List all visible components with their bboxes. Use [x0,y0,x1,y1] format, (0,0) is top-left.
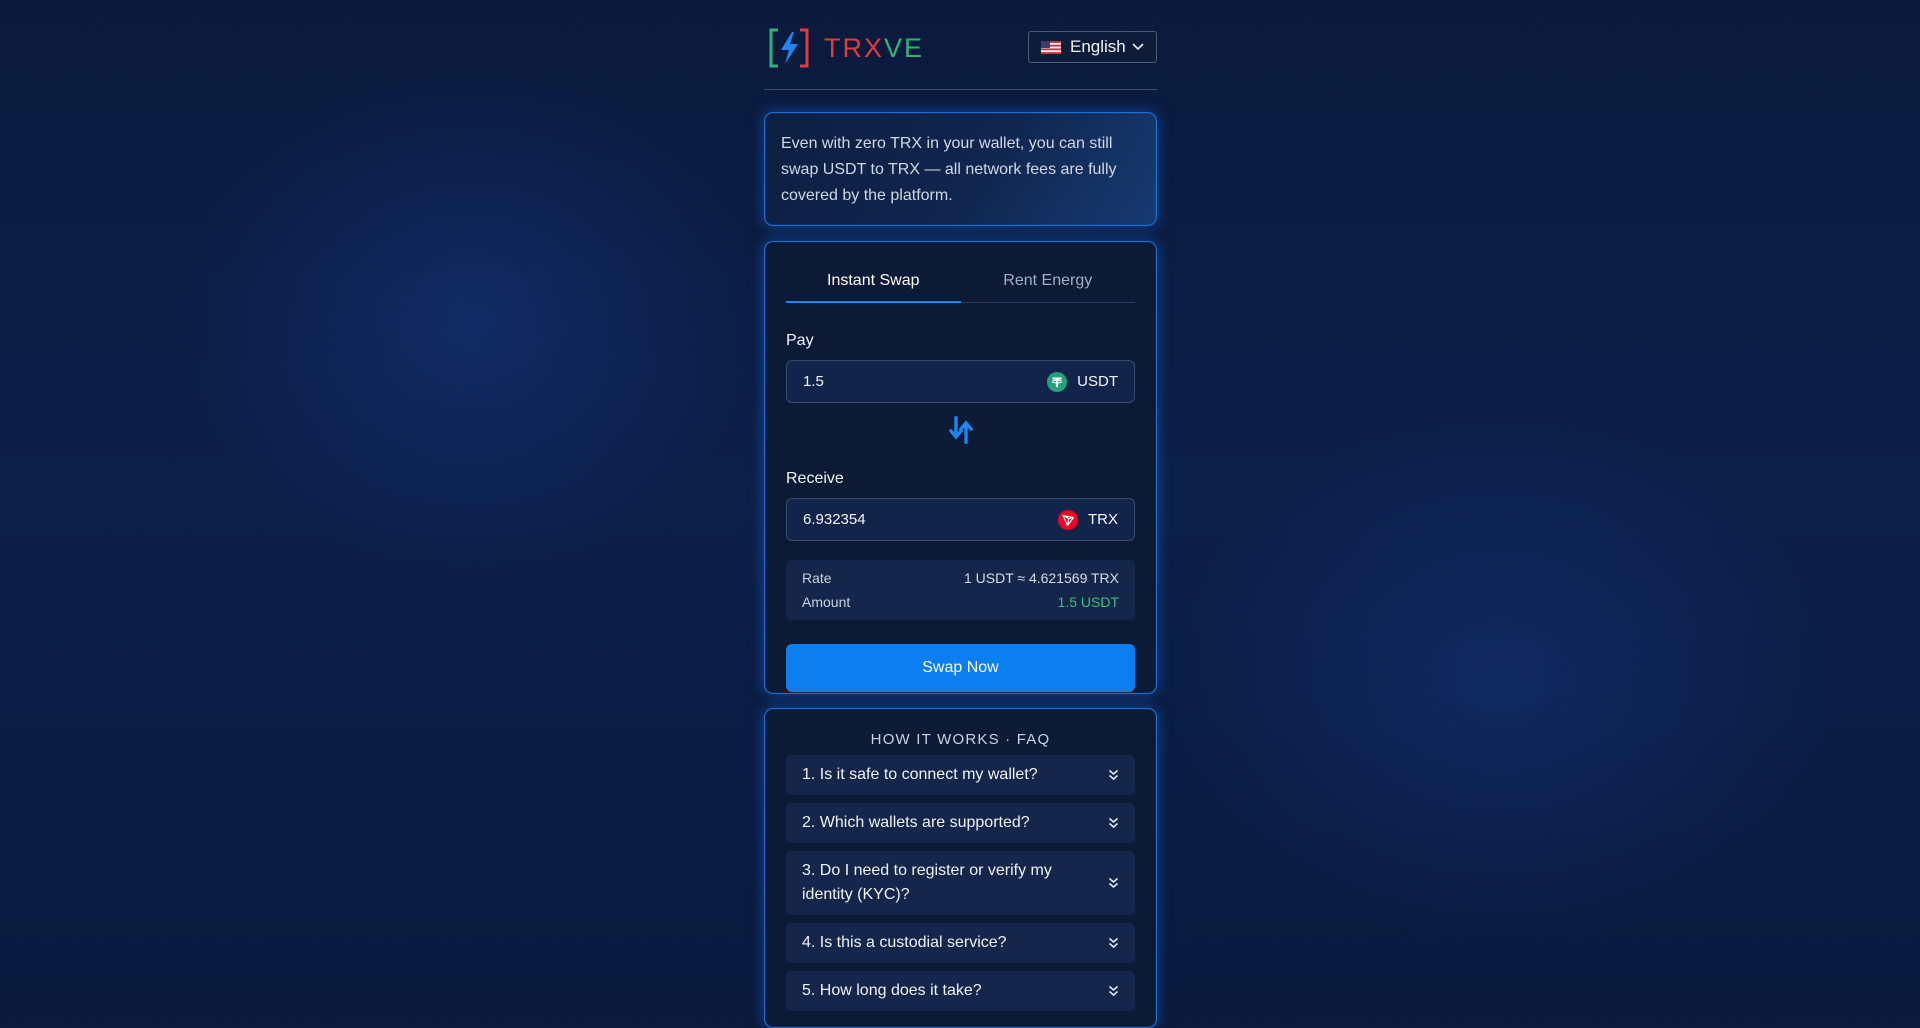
logo-text-ve: VE [884,32,925,63]
logo[interactable]: TRXVE [768,28,924,68]
pay-field: USDT [786,360,1135,403]
faq-list: 1. Is it safe to connect my wallet? 2. W… [786,755,1135,1011]
faq-item[interactable]: 2. Which wallets are supported? [786,803,1135,843]
main-column: TRXVE English Even with zero TRX in your… [764,0,1157,1028]
receive-amount-input[interactable] [803,511,1058,528]
receive-field: TRX [786,498,1135,541]
faq-item[interactable]: 4. Is this a custodial service? [786,923,1135,963]
faq-question: 5. How long does it take? [802,982,982,999]
double-chevron-down-icon [1109,985,1118,996]
receive-token-label: TRX [1088,511,1118,528]
amount-value: 1.5 USDT [1057,594,1119,610]
faq-question: 3. Do I need to register or verify my id… [802,862,1052,903]
language-selector[interactable]: English [1028,31,1157,63]
amount-label: Amount [802,594,851,610]
swap-tabs: Instant Swap Rent Energy [786,269,1135,303]
fee-notice: Even with zero TRX in your wallet, you c… [764,112,1157,226]
tab-instant-swap[interactable]: Instant Swap [786,269,961,303]
tron-icon [1058,509,1078,530]
faq-question: 4. Is this a custodial service? [802,934,1007,951]
double-chevron-down-icon [1109,877,1118,888]
us-flag-icon [1041,40,1061,54]
rate-label: Rate [802,570,832,586]
faq-item[interactable]: 3. Do I need to register or verify my id… [786,851,1135,915]
double-chevron-down-icon [1109,817,1118,828]
logo-bolt-icon [769,28,809,68]
swap-card: Instant Swap Rent Energy Pay USDT Receiv… [764,241,1157,694]
swap-direction [786,403,1135,456]
amount-row: Amount 1.5 USDT [802,593,1119,617]
language-label: English [1070,37,1126,56]
faq-question: 1. Is it safe to connect my wallet? [802,766,1038,783]
double-chevron-down-icon [1109,937,1118,948]
receive-token[interactable]: TRX [1058,509,1118,530]
fee-notice-text: Even with zero TRX in your wallet, you c… [781,135,1117,204]
tab-rent-energy[interactable]: Rent Energy [961,269,1136,302]
logo-text-trx: TRX [824,32,884,63]
pay-label: Pay [786,332,814,349]
rate-row: Rate 1 USDT ≈ 4.621569 TRX [802,569,1119,593]
swap-arrows-icon[interactable] [948,415,974,444]
chevron-down-icon [1132,43,1144,51]
faq-title: HOW IT WORKS · FAQ [870,731,1051,748]
header: TRXVE English [764,0,1157,90]
receive-label: Receive [786,470,844,487]
double-chevron-down-icon [1109,769,1118,780]
pay-amount-input[interactable] [803,373,1048,390]
logo-text: TRXVE [824,32,925,63]
faq-item[interactable]: 1. Is it safe to connect my wallet? [786,755,1135,795]
pay-token-label: USDT [1077,373,1118,390]
rate-value: 1 USDT ≈ 4.621569 TRX [963,570,1119,586]
swap-now-button[interactable]: Swap Now [786,644,1135,692]
swap-summary: Rate 1 USDT ≈ 4.621569 TRX Amount 1.5 US… [786,560,1135,620]
pay-token[interactable]: USDT [1047,371,1118,392]
faq-card: HOW IT WORKS · FAQ 1. Is it safe to conn… [764,708,1157,1028]
faq-question: 2. Which wallets are supported? [802,814,1030,831]
faq-item[interactable]: 5. How long does it take? [786,971,1135,1011]
tether-icon [1047,371,1068,392]
